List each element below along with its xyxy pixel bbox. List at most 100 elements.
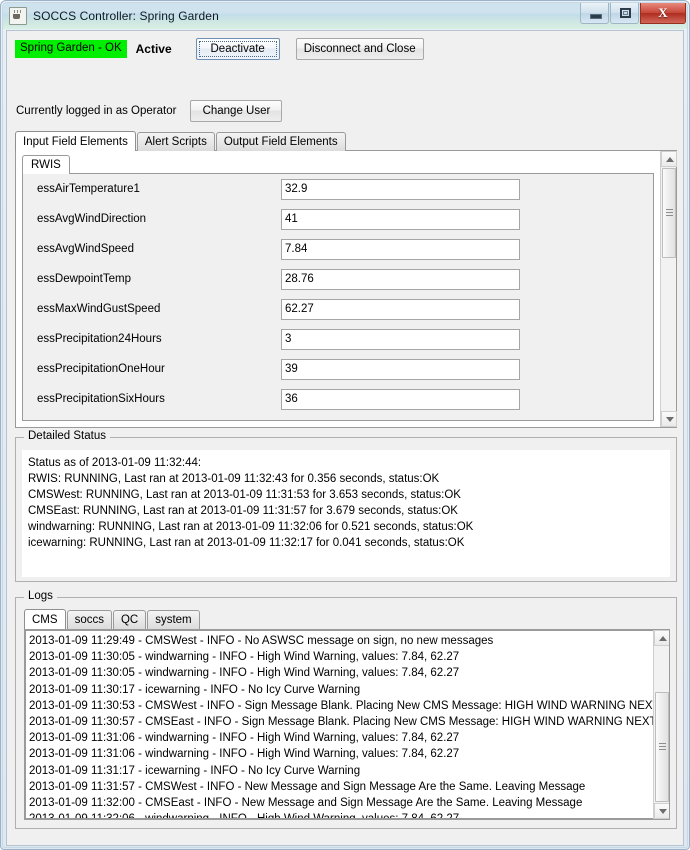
field-label: essMaxWindGustSpeed xyxy=(37,303,161,315)
tab-log-cms[interactable]: CMS xyxy=(24,609,66,629)
input-field-elements-panel: RWIS essAirTemperature1 essAvgWindDirect… xyxy=(15,150,677,428)
status-line: RWIS: RUNNING, Last ran at 2013-01-09 11… xyxy=(28,473,440,485)
window-title: SOCCS Controller: Spring Garden xyxy=(33,9,219,23)
log-line: 2013-01-09 11:31:06 - windwarning - INFO… xyxy=(29,748,460,761)
tab-log-soccs[interactable]: soccs xyxy=(66,610,112,629)
detailed-status-group: Detailed Status Status as of 2013-01-09 … xyxy=(15,430,677,582)
status-badge: Spring Garden - OK xyxy=(15,39,127,59)
log-line: 2013-01-09 11:29:49 - CMSWest - INFO - N… xyxy=(29,635,494,647)
field-label: essPrecipitationSixHours xyxy=(37,393,165,405)
field-row: essMaxWindGustSpeed xyxy=(23,294,653,324)
deactivate-button-label: Deactivate xyxy=(210,43,265,55)
scrollbar-thumb[interactable] xyxy=(662,168,676,258)
field-value-input[interactable] xyxy=(281,298,520,320)
status-line: Status as of 2013-01-09 11:32:44: xyxy=(28,457,202,469)
field-row: essDewpointTemp xyxy=(23,264,653,294)
field-value-input[interactable] xyxy=(281,178,520,200)
field-list: essAirTemperature1 essAvgWindDirection e… xyxy=(23,174,653,414)
log-scrollbar[interactable] xyxy=(653,630,669,819)
disconnect-and-close-button[interactable]: Disconnect and Close xyxy=(295,38,424,60)
application-window: SOCCS Controller: Spring Garden X Spring… xyxy=(0,0,690,850)
field-label: essAvgWindDirection xyxy=(37,213,147,225)
log-line: 2013-01-09 11:31:06 - windwarning - INFO… xyxy=(29,732,460,745)
field-row: essPrecipitationOneHour xyxy=(23,354,653,384)
field-value-input[interactable] xyxy=(281,358,520,380)
field-value-input[interactable] xyxy=(281,238,520,260)
log-line: 2013-01-09 11:30:17 - icewarning - INFO … xyxy=(29,683,361,696)
minimize-icon xyxy=(590,14,602,19)
log-text-area[interactable]: 2013-01-09 11:29:49 - CMSWest - INFO - N… xyxy=(25,630,654,819)
field-row: essAirTemperature1 xyxy=(23,174,653,204)
log-tab-label: CMS xyxy=(32,613,58,626)
log-line: 2013-01-09 11:31:17 - icewarning - INFO … xyxy=(29,764,361,777)
field-label: essPrecipitationOneHour xyxy=(37,363,165,375)
minimize-button[interactable] xyxy=(580,3,609,24)
status-action-row: Spring Garden - OK Active Deactivate Dis… xyxy=(15,37,424,61)
active-state-label: Active xyxy=(135,42,172,56)
tab-output-field-elements[interactable]: Output Field Elements xyxy=(215,132,346,151)
field-panel-scrollbar[interactable] xyxy=(660,151,677,427)
log-tab-label: QC xyxy=(120,614,139,626)
field-value-input[interactable] xyxy=(281,268,520,290)
scrollbar-grip-icon xyxy=(659,743,666,751)
status-line: CMSEast: RUNNING, Last ran at 2013-01-09… xyxy=(28,505,458,517)
scrollbar-thumb[interactable] xyxy=(655,692,669,802)
field-row: essPrecipitationSixHours xyxy=(23,384,653,414)
main-tab-strip: Input Field Elements Alert Scripts Outpu… xyxy=(15,131,347,151)
scroll-up-arrow[interactable] xyxy=(661,151,677,167)
logs-title: Logs xyxy=(24,590,57,602)
change-user-button-label: Change User xyxy=(202,105,271,117)
maximize-icon xyxy=(620,8,631,18)
field-label: essAirTemperature1 xyxy=(37,183,140,195)
disconnect-button-label: Disconnect and Close xyxy=(303,43,416,55)
logged-in-label: Currently logged in as Operator xyxy=(16,105,177,117)
tab-rwis[interactable]: RWIS xyxy=(22,155,70,174)
log-output-panel: 2013-01-09 11:29:49 - CMSWest - INFO - N… xyxy=(24,629,670,820)
log-line: 2013-01-09 11:32:00 - CMSEast - INFO - N… xyxy=(29,797,583,810)
field-label: essDewpointTemp xyxy=(37,273,131,285)
status-line: windwarning: RUNNING, Last ran at 2013-0… xyxy=(28,521,474,533)
window-controls: X xyxy=(579,3,686,25)
tab-label: Output Field Elements xyxy=(223,136,338,148)
tab-label: Alert Scripts xyxy=(144,136,207,148)
log-line: 2013-01-09 11:30:05 - windwarning - INFO… xyxy=(29,651,460,664)
tab-alert-scripts[interactable]: Alert Scripts xyxy=(136,132,215,151)
change-user-button[interactable]: Change User xyxy=(190,100,283,122)
field-row: essAvgWindDirection xyxy=(23,204,653,234)
field-value-input[interactable] xyxy=(281,328,520,350)
scrollbar-grip-icon xyxy=(666,209,673,217)
field-label: essPrecipitation24Hours xyxy=(37,333,162,345)
status-line: icewarning: RUNNING, Last ran at 2013-01… xyxy=(28,537,465,549)
title-bar[interactable]: SOCCS Controller: Spring Garden X xyxy=(3,3,687,29)
detailed-status-text[interactable]: Status as of 2013-01-09 11:32:44: RWIS: … xyxy=(22,450,670,577)
deactivate-button[interactable]: Deactivate xyxy=(195,38,280,60)
field-row: essAvgWindSpeed xyxy=(23,234,653,264)
tab-label: Input Field Elements xyxy=(23,135,128,148)
status-line: CMSWest: RUNNING, Last ran at 2013-01-09… xyxy=(28,489,461,501)
main-content: Spring Garden - OK Active Deactivate Dis… xyxy=(6,30,684,846)
tab-log-qc[interactable]: QC xyxy=(112,610,147,629)
field-value-input[interactable] xyxy=(281,208,520,230)
user-row: Currently logged in as Operator Change U… xyxy=(16,100,283,122)
scroll-down-arrow[interactable] xyxy=(661,411,677,427)
field-value-input[interactable] xyxy=(281,388,520,410)
log-line: 2013-01-09 11:32:06 - windwarning - INFO… xyxy=(29,811,650,818)
log-line: 2013-01-09 11:30:57 - CMSEast - INFO - S… xyxy=(29,716,654,729)
tab-input-field-elements[interactable]: Input Field Elements xyxy=(15,131,136,151)
close-button[interactable]: X xyxy=(640,3,686,24)
log-line: 2013-01-09 11:30:53 - CMSWest - INFO - S… xyxy=(29,699,654,712)
detailed-status-title: Detailed Status xyxy=(24,430,110,442)
tab-log-system[interactable]: system xyxy=(147,610,200,629)
log-line: 2013-01-09 11:31:57 - CMSWest - INFO - N… xyxy=(29,780,586,793)
close-icon: X xyxy=(658,5,668,20)
rwis-field-panel: essAirTemperature1 essAvgWindDirection e… xyxy=(22,173,654,421)
log-tab-label: soccs xyxy=(74,614,104,626)
scroll-up-arrow[interactable] xyxy=(654,630,669,646)
field-label: essAvgWindSpeed xyxy=(37,243,134,255)
log-line: 2013-01-09 11:30:05 - windwarning - INFO… xyxy=(29,667,460,680)
log-tab-label: system xyxy=(155,614,192,626)
inner-tab-strip: RWIS xyxy=(22,155,70,174)
maximize-button[interactable] xyxy=(610,3,639,24)
scroll-down-arrow[interactable] xyxy=(654,803,669,819)
inner-tab-label: RWIS xyxy=(31,159,61,171)
